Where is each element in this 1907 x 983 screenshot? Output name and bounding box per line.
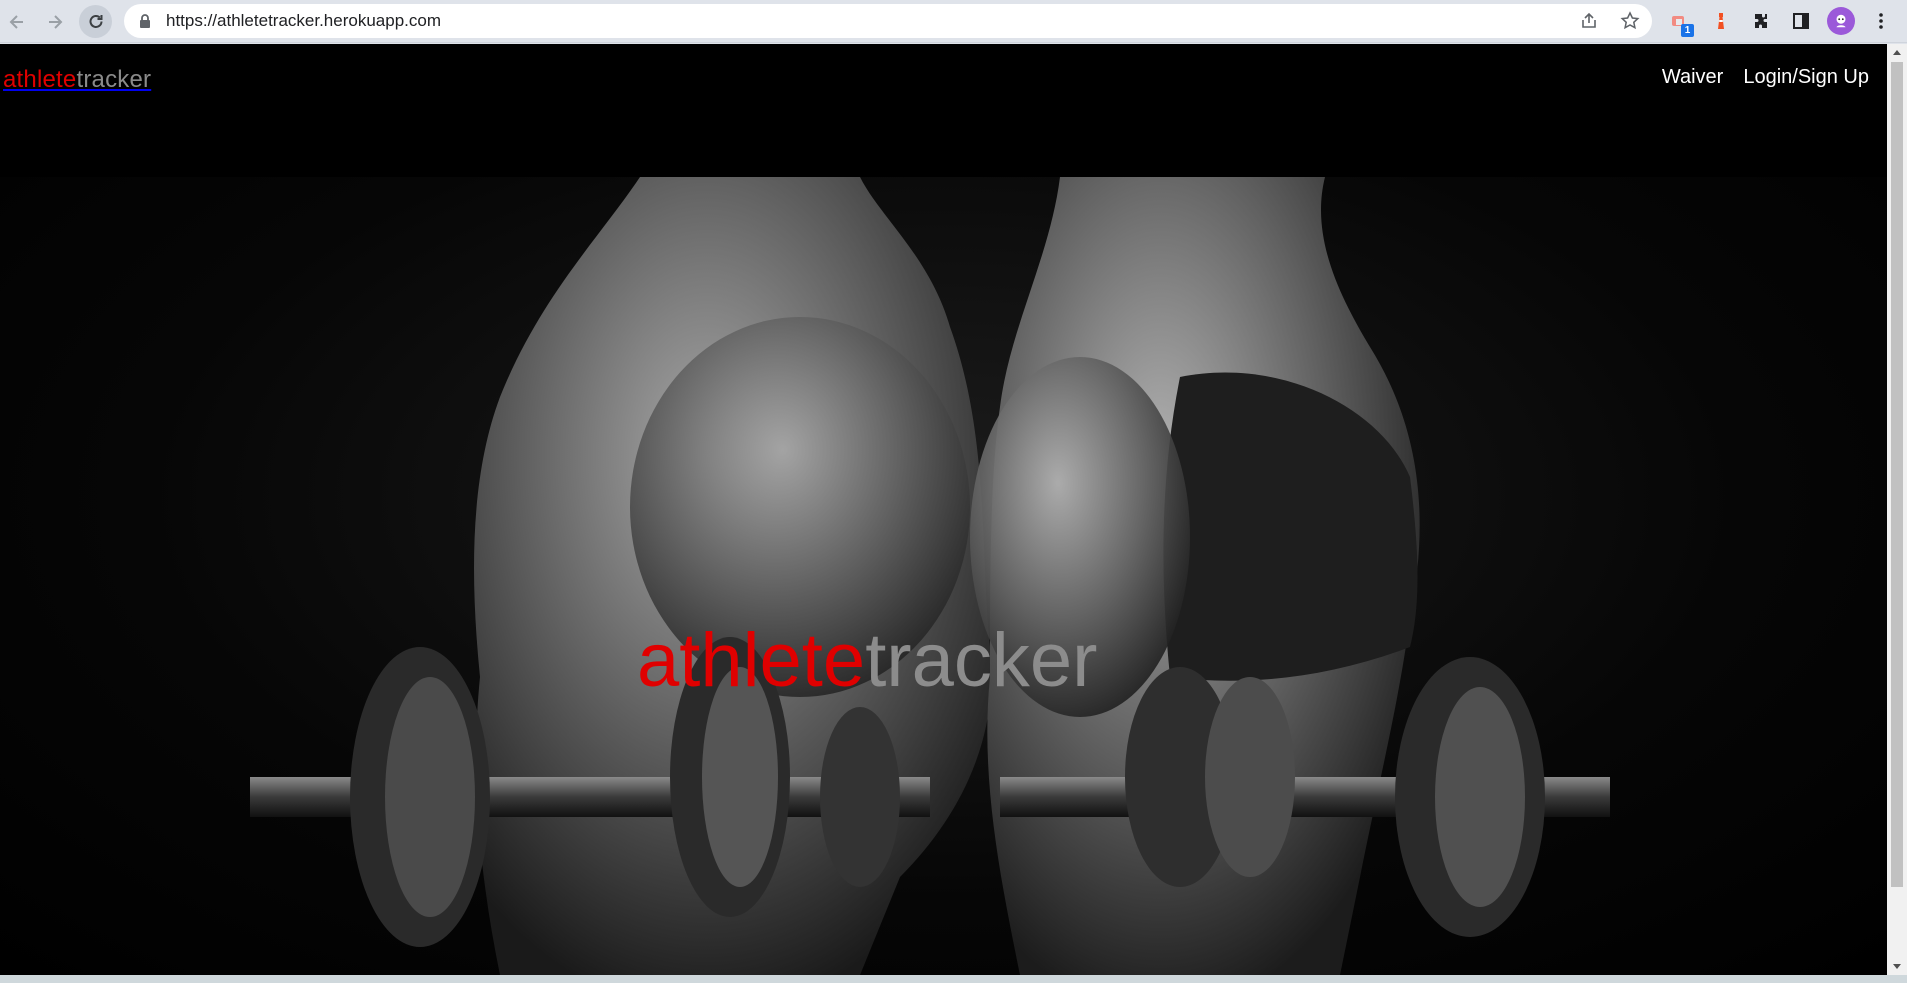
puzzle-icon [1755, 14, 1767, 28]
lock-icon [140, 14, 150, 28]
extension-button[interactable]: 1 [1666, 8, 1694, 37]
url-text[interactable]: https://athletetracker.herokuapp.com [166, 11, 441, 31]
brand-second: tracker [76, 66, 152, 93]
menu-icon [1879, 13, 1883, 29]
scroll-up-arrow[interactable] [1893, 50, 1901, 55]
brand-first: athlete [3, 66, 77, 93]
reload-button[interactable] [79, 5, 112, 38]
address-bar[interactable]: https://athletetracker.herokuapp.com [124, 4, 1652, 38]
brand-logo[interactable]: athletetracker [3, 66, 151, 94]
extensions-menu-button[interactable] [1748, 8, 1774, 34]
chrome-menu-button[interactable] [1868, 8, 1894, 34]
forward-button[interactable] [38, 5, 71, 38]
lighthouse-icon [1718, 13, 1724, 29]
extension-badge: 1 [1681, 24, 1694, 37]
nav-link-login-signup[interactable]: Login/Sign Up [1743, 66, 1869, 89]
forward-icon [48, 14, 62, 29]
scroll-thumb[interactable] [1891, 62, 1903, 887]
hero-title-second: tracker [865, 618, 1098, 703]
hero-title: athletetracker [637, 617, 1097, 704]
reload-icon [89, 14, 102, 28]
back-button[interactable] [0, 5, 33, 38]
top-nav: Waiver Login/Sign Up [1662, 66, 1869, 89]
scroll-down-arrow[interactable] [1893, 964, 1901, 969]
back-icon [9, 14, 23, 29]
star-icon[interactable] [1620, 11, 1640, 31]
hero-title-first: athlete [637, 618, 866, 703]
side-panel-button[interactable] [1788, 8, 1814, 34]
browser-toolbar: https://athletetracker.herokuapp.com 1 [0, 0, 1907, 43]
profile-avatar[interactable] [1827, 7, 1855, 35]
hero-photo [250, 177, 1610, 975]
window-bottom-edge [0, 975, 1907, 983]
nav-link-waiver[interactable]: Waiver [1662, 66, 1723, 89]
profile-icon [1836, 14, 1846, 28]
extension-button-2[interactable] [1708, 8, 1734, 34]
hero-image: athletetracker [0, 177, 1887, 975]
side-panel-icon [1793, 13, 1809, 29]
page-viewport: athletetracker Waiver Login/Sign Up athl… [0, 44, 1887, 975]
share-icon[interactable] [1579, 11, 1599, 31]
page-scrollbar[interactable] [1887, 44, 1907, 975]
